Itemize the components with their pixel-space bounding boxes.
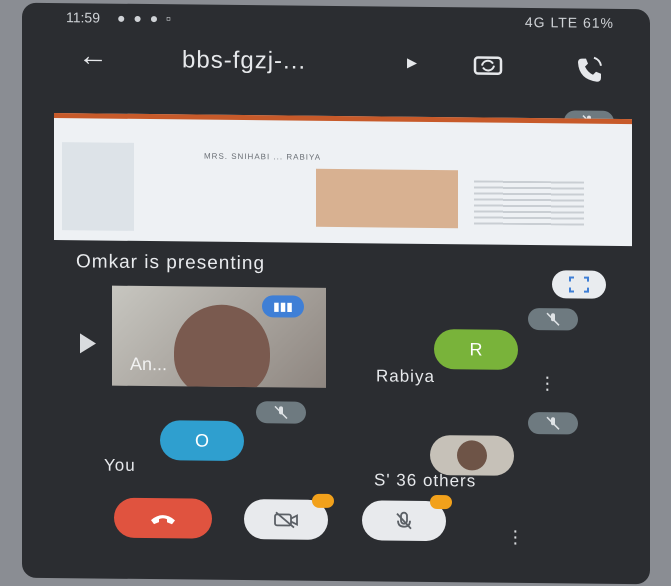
tile-participant-name: An... [130, 353, 168, 375]
warning-badge [312, 493, 334, 508]
avatar-initial: R [469, 338, 483, 360]
audio-output-icon[interactable] [572, 54, 606, 82]
mic-toggle-button[interactable] [362, 494, 452, 542]
end-call-button[interactable] [114, 497, 212, 539]
phone-screen: 11:59 ● ● ● ▫ 4G LTE 61% ← bbs-fgzj-... … [22, 2, 650, 585]
avatar-others[interactable] [430, 434, 514, 476]
presenting-label: Omkar is presenting [76, 251, 266, 275]
muted-mic-badge [256, 401, 306, 424]
meeting-title[interactable]: bbs-fgzj-... [182, 46, 306, 75]
slide-text-block [474, 180, 584, 226]
mic-off-icon [274, 405, 288, 420]
presentation-view[interactable]: MRS. SNIHABI ... RABIYA [54, 113, 632, 247]
switch-camera-icon[interactable] [470, 51, 506, 79]
slide-photo [316, 168, 458, 229]
mic-off-icon [546, 312, 560, 326]
camera-off-icon [274, 511, 298, 529]
participant-video-tile[interactable]: ▮▮▮ An... [112, 285, 326, 388]
hang-up-icon [151, 515, 175, 525]
more-options-icon[interactable]: · · · [512, 520, 519, 554]
collapse-arrow-icon[interactable] [80, 333, 96, 354]
slide-heading: MRS. SNIHABI ... RABIYA [204, 151, 322, 162]
mic-off-icon [396, 511, 412, 530]
mic-off-icon [546, 416, 560, 430]
warning-badge [430, 494, 452, 510]
participant-photo [457, 440, 487, 471]
back-arrow-icon[interactable]: ← [78, 39, 108, 73]
camera-toggle-button[interactable] [244, 493, 334, 540]
participant-name-you: You [104, 455, 136, 475]
more-options-icon[interactable]: · · · [544, 366, 551, 400]
avatar-initial: O [194, 430, 209, 451]
slide-panel [62, 142, 134, 231]
others-count-label[interactable]: S' 36 others [374, 470, 476, 491]
muted-mic-badge [528, 412, 578, 435]
avatar-rabiya[interactable]: R [434, 329, 518, 370]
fullscreen-button[interactable] [552, 270, 606, 299]
status-right: 4G LTE 61% [524, 13, 614, 31]
notification-icons: ● ● ● ▫ [117, 9, 173, 27]
avatar-you[interactable]: O [160, 420, 244, 462]
fullscreen-icon [569, 276, 589, 293]
participant-name-rabiya: Rabiya [376, 366, 435, 387]
chevron-right-icon[interactable]: ▶ [407, 55, 417, 71]
status-time: 11:59 [66, 9, 100, 26]
muted-mic-badge [528, 308, 578, 331]
participant-face [174, 304, 270, 388]
call-controls [22, 493, 650, 554]
status-bar: 11:59 ● ● ● ▫ 4G LTE 61% [22, 3, 650, 36]
call-header: ← bbs-fgzj-... ▶ [22, 35, 650, 92]
speaking-indicator-icon: ▮▮▮ [262, 295, 304, 318]
